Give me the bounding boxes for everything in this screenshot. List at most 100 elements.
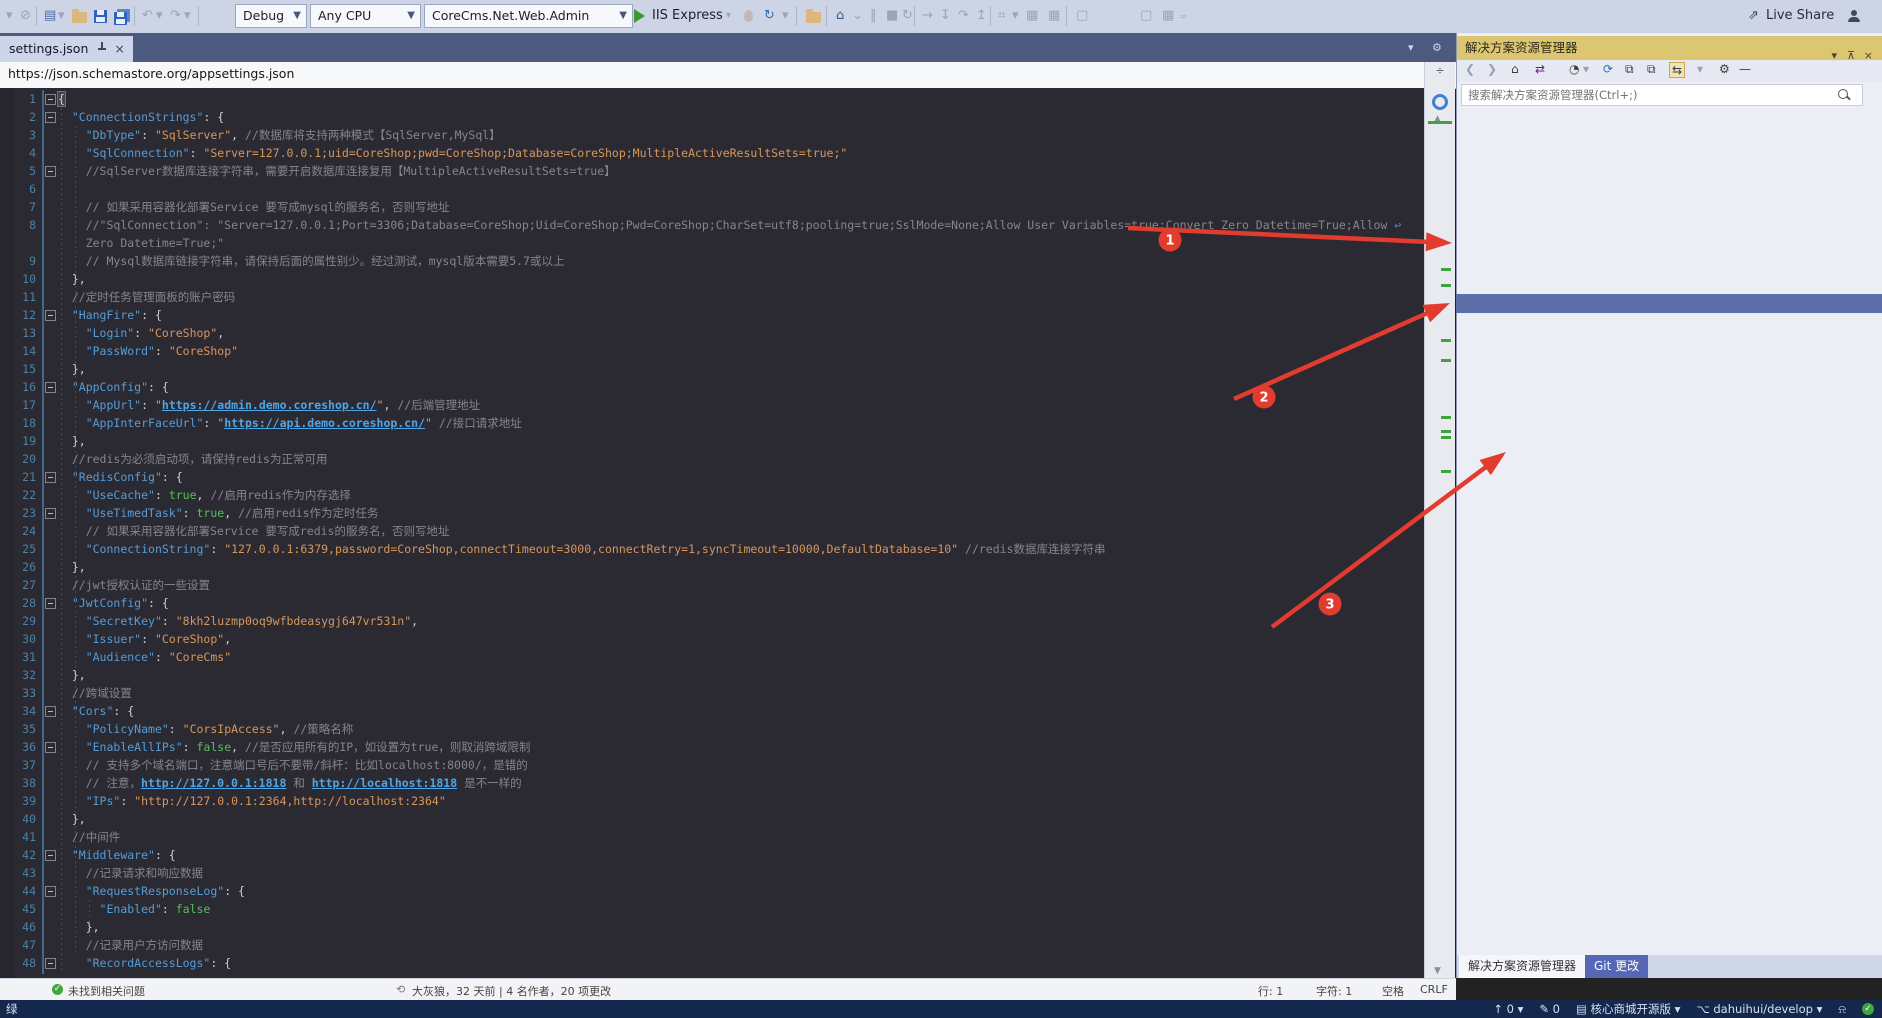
tree-item[interactable]: ▷5.WeChat [1456, 220, 1882, 239]
fold-marker-icon[interactable] [45, 310, 56, 321]
pending-edits-button[interactable]: ✎ 0 [1539, 1002, 1560, 1016]
tree-item[interactable]: ▷CoreCms.Net.Web.Admin [1456, 276, 1882, 295]
collapse-all-icon[interactable]: ⧉ [1625, 62, 1634, 77]
code-line[interactable]: 10 }, [0, 270, 1424, 288]
fold-marker-icon[interactable] [45, 706, 56, 717]
code-line[interactable]: 6 [0, 180, 1424, 198]
back-icon[interactable]: ❮ [1465, 62, 1475, 76]
code-line[interactable]: 30 "Issuer": "CoreShop", [0, 630, 1424, 648]
tab-git-changes[interactable]: Git 更改 [1585, 955, 1649, 978]
fold-marker-icon[interactable] [45, 382, 56, 393]
tree-item[interactable]: Doc.xml [1456, 463, 1882, 482]
code-line[interactable]: 27 //jwt授权认证的一些设置 [0, 576, 1424, 594]
notifications-bell-icon[interactable]: ⍾ [1838, 1002, 1846, 1017]
panel-title[interactable]: 解决方案资源管理器 ▾ ⊼ × [1457, 36, 1882, 62]
tree-item[interactable]: ▷appsettings.json [1456, 444, 1882, 463]
line-indicator[interactable]: 行: 1 [1258, 983, 1283, 999]
code-line[interactable]: 32 }, [0, 666, 1424, 684]
editor-scrollbar[interactable]: ÷ ▲ ▼ [1424, 62, 1455, 980]
pending-changes-filter-icon[interactable]: ◔ [1569, 62, 1579, 76]
code-line[interactable]: 26 }, [0, 558, 1424, 576]
fold-marker-icon[interactable] [45, 508, 56, 519]
outgoing-commits-button[interactable]: ↑ 0 ▾ [1493, 1002, 1523, 1016]
code-line[interactable]: 36 "EnableAllIPs": false, //是否应用所有的IP，如设… [0, 738, 1424, 756]
code-line[interactable]: 29 "SecretKey": "8kh2luzmp0oq9wfbdeasygj… [0, 612, 1424, 630]
scroll-down-icon[interactable]: ▼ [1434, 966, 1441, 976]
code-line[interactable]: 38 // 注意，http://127.0.0.1:1818 和 http://… [0, 774, 1424, 792]
code-line[interactable]: 1{ [0, 90, 1424, 108]
live-share-icon[interactable]: ⇗ [1748, 7, 1759, 25]
fold-marker-icon[interactable] [45, 886, 56, 897]
code-line[interactable]: 47 //记录用户方访问数据 [0, 936, 1424, 954]
code-line[interactable]: 20 //redis为必须启动项，请保持redis为正常可用 [0, 450, 1424, 468]
search-icon[interactable] [1838, 89, 1848, 99]
code-line[interactable]: 28 "JwtConfig": { [0, 594, 1424, 612]
tree-item[interactable]: ◢9.App [1456, 238, 1882, 257]
code-line[interactable]: 19 }, [0, 432, 1424, 450]
git-blame-label[interactable]: 大灰狼，32 天前 | 4 名作者，20 项更改 [412, 983, 611, 999]
whitespace-indicator[interactable]: 空格 [1382, 983, 1404, 999]
tab-solution-explorer[interactable]: 解决方案资源管理器 [1459, 955, 1586, 978]
column-indicator[interactable]: 字符: 1 [1316, 983, 1352, 999]
user-account-icon[interactable] [1848, 10, 1860, 22]
code-line[interactable]: 34 "Cors": { [0, 702, 1424, 720]
code-line[interactable]: 39 "IPs": "http://127.0.0.1:2364,http://… [0, 792, 1424, 810]
code-line[interactable]: 8 //"SqlConnection": "Server=127.0.0.1;P… [0, 216, 1424, 234]
preview-icon[interactable]: — [1739, 62, 1751, 76]
code-line[interactable]: 3 "DbType": "SqlServer", //数据库将支持两种模式【Sq… [0, 126, 1424, 144]
code-line[interactable]: 25 "ConnectionString": "127.0.0.1:6379,p… [0, 540, 1424, 558]
code-line[interactable]: 21 "RedisConfig": { [0, 468, 1424, 486]
code-line[interactable]: 44 "RequestResponseLog": { [0, 882, 1424, 900]
code-line[interactable]: 24 // 如果采用容器化部署Service 要写成redis的服务名，否则写地… [0, 522, 1424, 540]
code-line[interactable]: 7 // 如果采用容器化部署Service 要写成mysql的服务名，否则写地址 [0, 198, 1424, 216]
tree-item[interactable]: ▷依赖项 [1456, 369, 1882, 388]
code-line[interactable]: 41 //中间件 [0, 828, 1424, 846]
fold-marker-icon[interactable] [45, 472, 56, 483]
tree-item[interactable]: ◢CoreCms.Net.Web.WebApi [1456, 294, 1882, 313]
tree-item[interactable]: ▷4.Repository [1456, 201, 1882, 220]
code-line[interactable]: 40 }, [0, 810, 1424, 828]
document-health-icon[interactable] [1432, 94, 1448, 110]
code-line[interactable]: 46 }, [0, 918, 1424, 936]
code-line[interactable]: 12 "HangFire": { [0, 306, 1424, 324]
code-line[interactable]: 17 "AppUrl": "https://admin.demo.coresho… [0, 396, 1424, 414]
sync-with-active-document-icon[interactable]: ⇆ [1669, 62, 1686, 78]
refresh-icon[interactable]: ⟳ [1603, 62, 1613, 76]
code-line[interactable]: 14 "PassWord": "CoreShop" [0, 342, 1424, 360]
tree-item[interactable]: ▷Controllers [1456, 388, 1882, 407]
tree-item[interactable]: ▷WxPayCert [1456, 425, 1882, 444]
fold-marker-icon[interactable] [45, 598, 56, 609]
code-line[interactable]: 43 //记录请求和响应数据 [0, 864, 1424, 882]
tree-item[interactable]: Connected Services [1456, 313, 1882, 332]
tree-item[interactable]: ▷Properties [1456, 332, 1882, 351]
code-line[interactable]: 4 "SqlConnection": "Server=127.0.0.1;uid… [0, 144, 1424, 162]
tree-item[interactable]: ▷Startup.cs [1456, 537, 1882, 556]
sync-caret-icon[interactable]: ▾ [1697, 62, 1703, 76]
show-all-files-icon[interactable]: ⧉ [1647, 62, 1656, 77]
tree-item[interactable]: ▷wwwroot [1456, 350, 1882, 369]
repository-button[interactable]: ▤ 核心商城开源版 ▾ [1576, 1001, 1680, 1017]
fold-marker-icon[interactable] [45, 112, 56, 123]
search-box[interactable] [1461, 84, 1863, 106]
tree-item[interactable]: Dockerfile [1456, 481, 1882, 500]
code-line[interactable]: Zero Datetime=True;" [0, 234, 1424, 252]
tree-item[interactable]: 解决方案"CoreShop"(22 个项目, 共 22 个) [1456, 126, 1882, 145]
eol-indicator[interactable]: CRLF [1420, 983, 1448, 996]
code-area[interactable]: 1{2 "ConnectionStrings": {3 "DbType": "S… [0, 0, 1424, 1018]
branch-button[interactable]: ⌥ dahuihui/develop ▾ [1696, 1002, 1822, 1016]
code-line[interactable]: 31 "Audience": "CoreCms" [0, 648, 1424, 666]
properties-icon[interactable]: ⚙ [1719, 62, 1730, 76]
code-line[interactable]: 37 // 支持多个域名端口，注意端口号后不要带/斜杆：比如localhost:… [0, 756, 1424, 774]
editor-options-gear-icon[interactable]: ⚙ [1432, 41, 1442, 54]
code-line[interactable]: 33 //跨域设置 [0, 684, 1424, 702]
tree-item[interactable]: NLog.config [1456, 500, 1882, 519]
code-line[interactable]: 11 //定时任务管理面板的账户密码 [0, 288, 1424, 306]
forward-icon[interactable]: ❯ [1487, 62, 1497, 76]
code-line[interactable]: 9 // Mysql数据库链接字符串，请保持后面的属性别少。经过测试，mysql… [0, 252, 1424, 270]
code-line[interactable]: 45 "Enabled": false [0, 900, 1424, 918]
fold-marker-icon[interactable] [45, 958, 56, 969]
code-line[interactable]: 16 "AppConfig": { [0, 378, 1424, 396]
tree-item[interactable]: ▷3.Services [1456, 182, 1882, 201]
code-line[interactable]: 48 "RecordAccessLogs": { [0, 954, 1424, 972]
code-line[interactable]: 18 "AppInterFaceUrl": "https://api.demo.… [0, 414, 1424, 432]
